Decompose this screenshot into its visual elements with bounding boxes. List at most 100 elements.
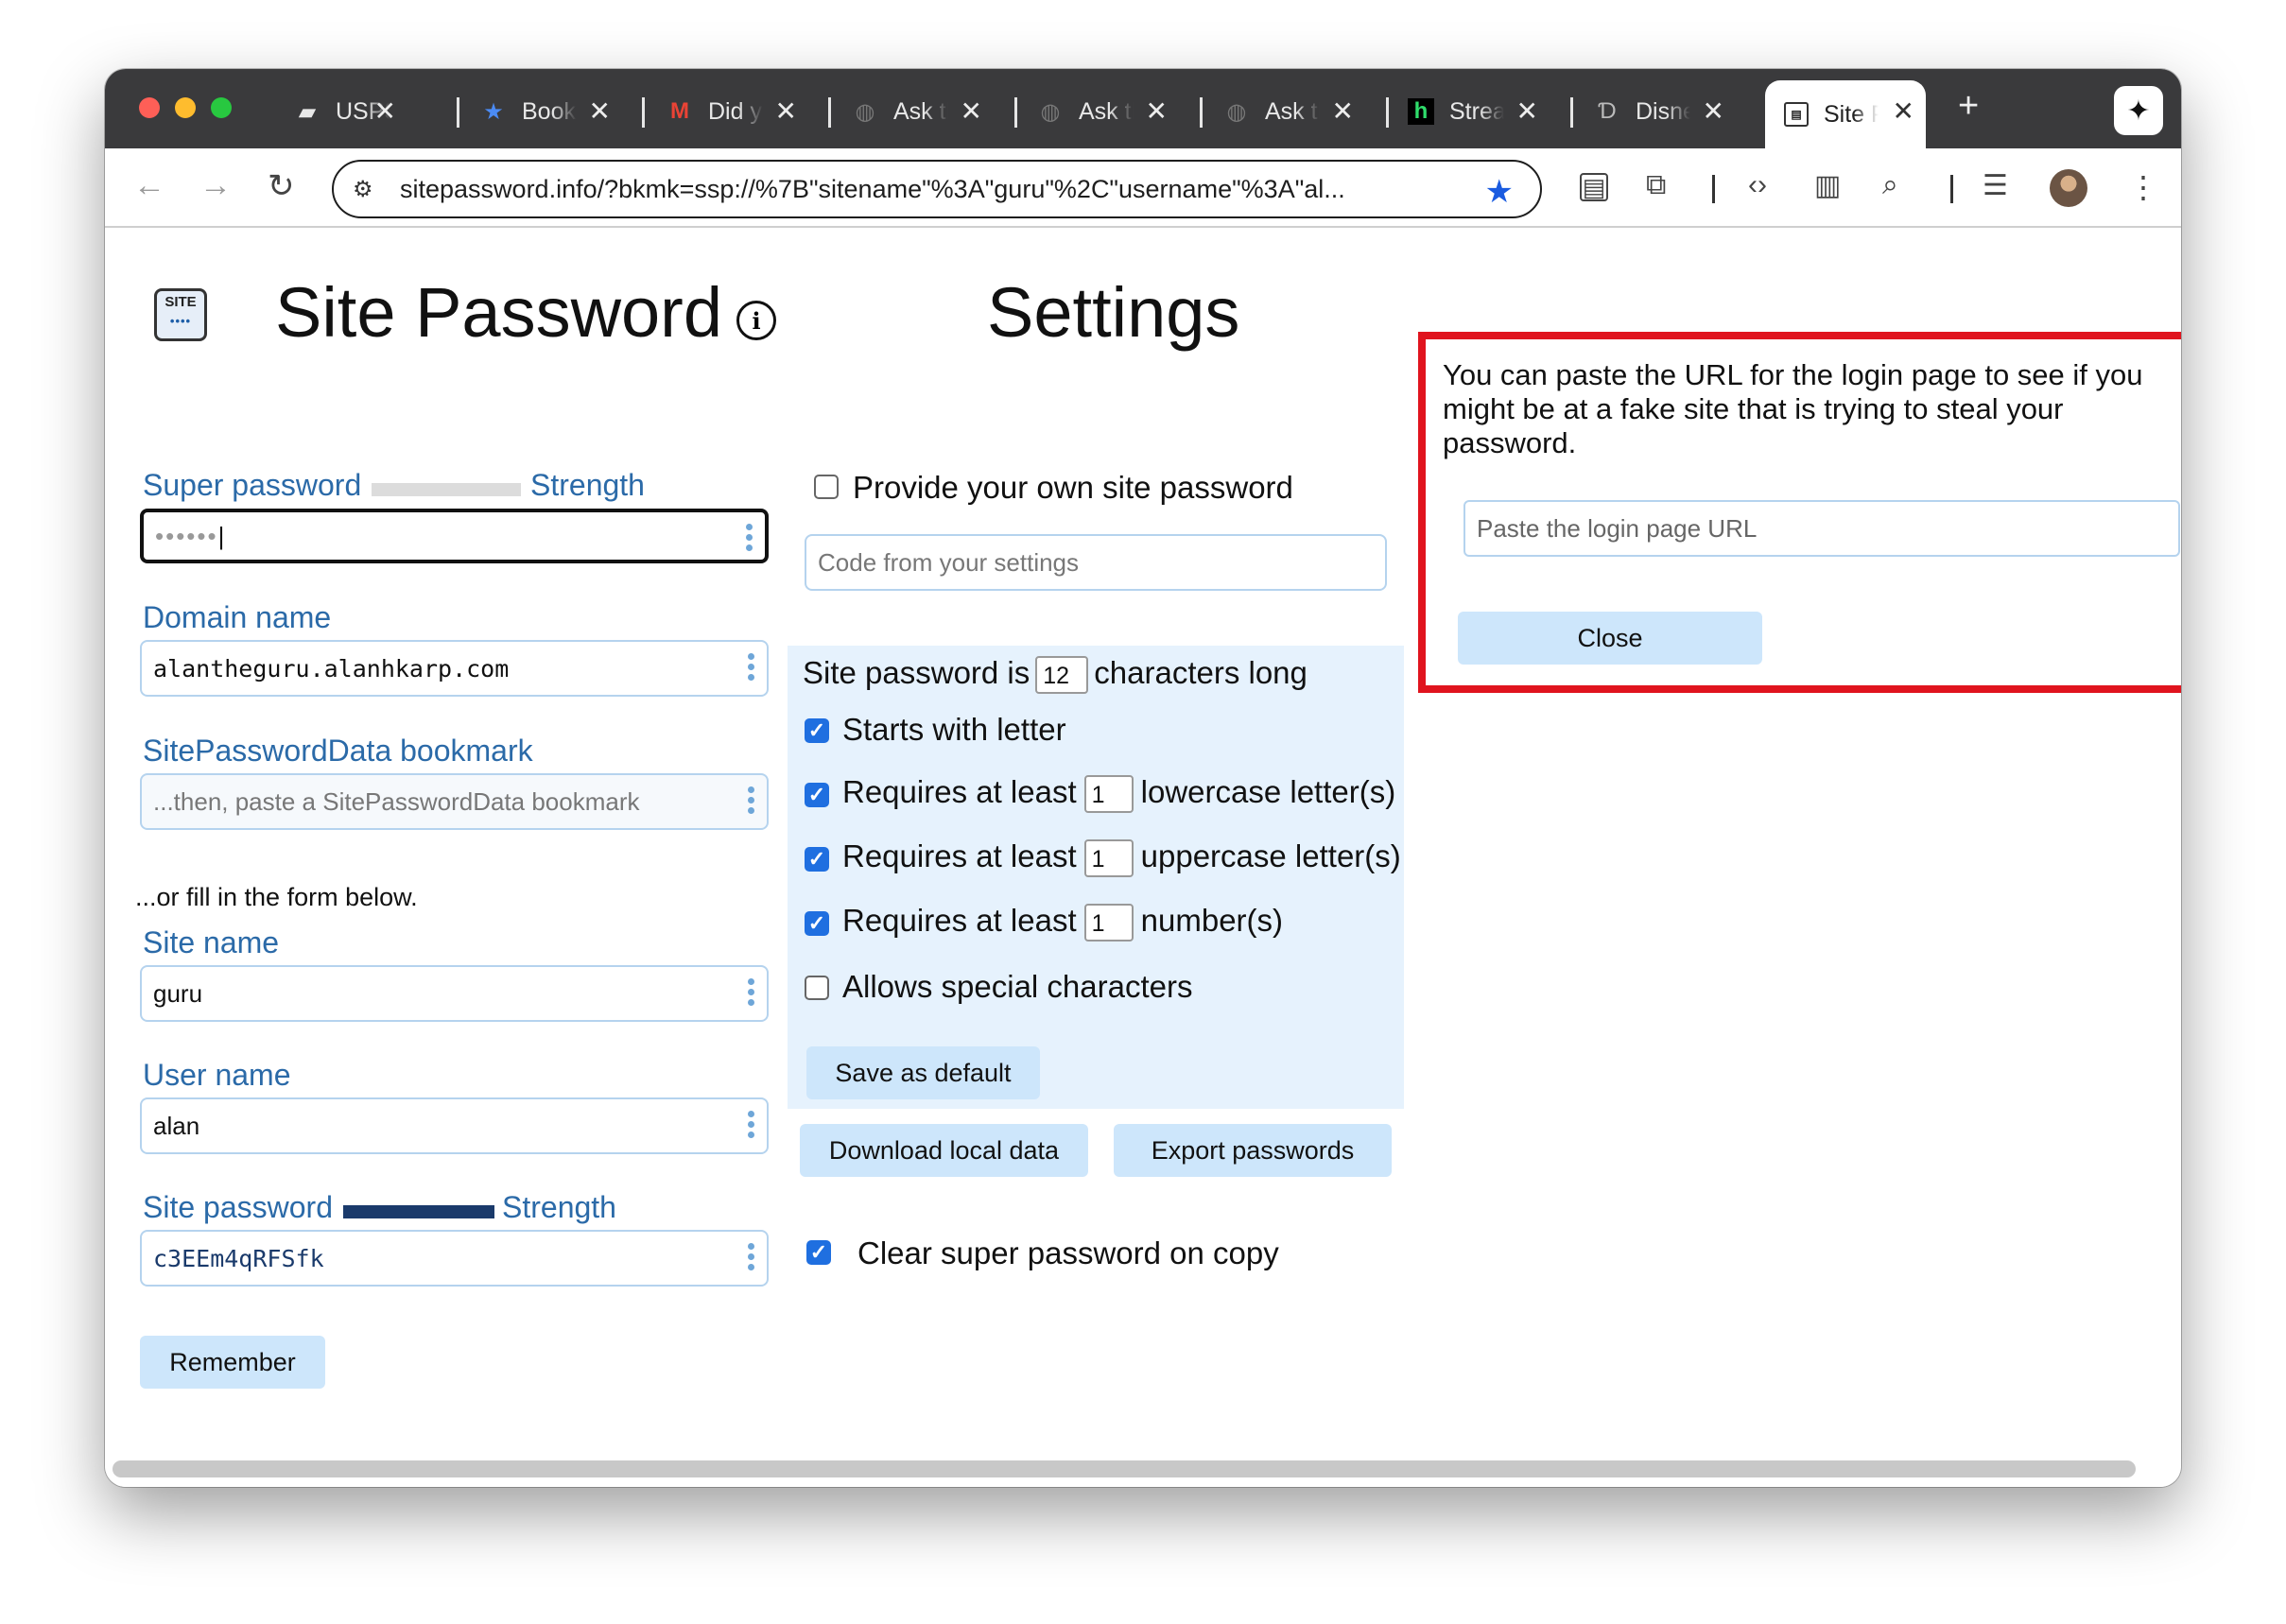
globe-icon: ◍ [1040,98,1061,125]
close-tab-icon[interactable]: ✕ [374,97,396,126]
popup-message: You can paste the URL for the login page… [1443,358,2143,459]
uppercase-checkbox[interactable]: ✓ [805,847,829,872]
clear-on-copy-checkbox[interactable]: ✓ [806,1240,831,1265]
forward-arrow-icon[interactable]: → [199,167,232,204]
tab-stream[interactable]: h Stream ✕ [1408,80,1550,143]
close-tab-icon[interactable]: ✕ [961,97,982,126]
password-length-row: Site password is 12 characters long [803,655,1308,695]
tab-ask-2[interactable]: ◍ Ask the ✕ [1037,80,1179,143]
export-passwords-button[interactable]: Export passwords [1114,1124,1392,1177]
field-menu-icon[interactable] [746,524,753,551]
screen-search-icon[interactable]: ⌕ [1882,169,1898,201]
star-icon: ★ [483,98,504,125]
field-menu-icon[interactable] [748,978,755,1006]
site-password-extension-icon[interactable]: ▤ [1580,173,1608,201]
close-window-button[interactable] [139,97,160,118]
field-menu-icon[interactable] [748,653,755,681]
save-as-default-button[interactable]: Save as default [806,1046,1040,1099]
more-menu-icon[interactable]: ⋮ [2128,169,2158,205]
field-menu-icon[interactable] [748,1243,755,1270]
starts-with-letter-checkbox[interactable]: ✓ [805,718,829,743]
site-password-output[interactable]: c3EEm4qRFSfk [140,1230,769,1287]
bookmark-input[interactable]: ...then, paste a SitePasswordData bookma… [140,773,769,830]
provide-own-password-checkbox[interactable] [814,475,839,499]
zoom-window-button[interactable] [211,97,232,118]
page-title: Site Password [275,273,722,352]
field-menu-icon[interactable] [748,1111,755,1138]
close-tab-icon[interactable]: ✕ [775,97,797,126]
address-bar[interactable]: ⚙ sitepassword.info/?bkmk=ssp://%7B"site… [332,160,1542,218]
settings-title: Settings [987,273,1240,352]
super-password-strength-label: Strength [530,468,645,502]
layout-icon[interactable]: ▥ [1814,169,1841,202]
uppercase-label: uppercase letter(s) [1140,838,1401,873]
length-suffix: characters long [1094,655,1308,690]
length-prefix: Site password is [803,655,1030,690]
globe-icon: ◍ [855,98,875,125]
numbers-min-input[interactable]: 1 [1083,904,1134,942]
lowercase-min-input[interactable]: 1 [1083,775,1134,814]
new-tab-button[interactable]: + [1958,86,1979,127]
url-text[interactable]: sitepassword.info/?bkmk=ssp://%7B"sitena… [400,175,1449,204]
tab-divider [1386,97,1389,128]
login-url-placeholder: Paste the login page URL [1477,513,1758,543]
download-local-data-button[interactable]: Download local data [800,1124,1088,1177]
tab-ask-1[interactable]: ◍ Ask the ✕ [852,80,994,143]
super-password-input[interactable]: •••••• | [140,509,769,563]
tab-title: Site Password [1824,100,1879,128]
tab-site-password[interactable]: ▤ Site Password ✕ [1765,80,1926,148]
code-icon[interactable]: ‹› [1748,169,1767,201]
page-content: SITE •••• Site Password i Settings Super… [105,230,2181,1487]
or-fill-text: ...or fill in the form below. [135,883,418,911]
back-arrow-icon[interactable]: ← [133,167,165,204]
close-tab-icon[interactable]: ✕ [1332,97,1354,126]
user-name-input[interactable]: alan [140,1097,769,1154]
super-password-strength-bar [372,483,521,496]
globe-icon: ◍ [1226,98,1247,125]
login-url-input[interactable]: Paste the login page URL [1463,500,2180,557]
bookmark-star-icon[interactable]: ★ [1485,173,1514,211]
special-characters-label: Allows special characters [842,969,1193,1004]
domain-name-label: Domain name [143,600,332,634]
profile-avatar[interactable] [2050,169,2087,207]
close-tab-icon[interactable]: ✕ [1893,97,1914,126]
close-tab-icon[interactable]: ✕ [1146,97,1168,126]
settings-code-placeholder: Code from your settings [818,547,1080,577]
site-settings-icon[interactable]: ⚙ [353,176,387,203]
tab-title: Stream [1449,97,1504,125]
close-tab-icon[interactable]: ✕ [1703,97,1724,126]
tab-gmail[interactable]: M Did you ✕ [667,80,808,143]
tab-title: Bookmarks [522,97,577,125]
settings-code-input[interactable]: Code from your settings [805,534,1387,591]
h-logo-icon: h [1408,98,1434,125]
site-password-label: Site password [143,1190,333,1224]
media-queue-icon[interactable]: ☰ [1983,169,2008,202]
lowercase-label: lowercase letter(s) [1140,774,1396,809]
site-name-input[interactable]: guru [140,965,769,1022]
tab-ask-3[interactable]: ◍ Ask the ✕ [1223,80,1365,143]
close-tab-icon[interactable]: ✕ [1516,97,1538,126]
uppercase-min-input[interactable]: 1 [1083,839,1134,878]
tab-divider [1570,97,1573,128]
reload-icon[interactable]: ↻ [268,167,295,205]
popup-close-button[interactable]: Close [1458,612,1762,665]
special-characters-checkbox[interactable] [805,976,829,1000]
gemini-sparkle-icon[interactable]: ✦ [2114,86,2163,135]
bookmark-label: SitePasswordData bookmark [143,734,533,768]
password-length-input[interactable]: 12 [1035,656,1089,695]
field-menu-icon[interactable] [748,786,755,814]
usps-eagle-icon: ▰ [298,98,317,125]
tab-bookmarks[interactable]: ★ Bookmarks ✕ [480,80,622,143]
horizontal-scrollbar[interactable] [113,1460,2136,1477]
minimize-window-button[interactable] [175,97,196,118]
close-tab-icon[interactable]: ✕ [589,97,611,126]
toolbar-divider [1712,175,1715,203]
numbers-checkbox[interactable]: ✓ [805,911,829,936]
lowercase-checkbox[interactable]: ✓ [805,783,829,807]
remember-button[interactable]: Remember [140,1336,325,1389]
extensions-puzzle-icon[interactable]: ⧉ [1646,169,1666,201]
domain-name-input[interactable]: alantheguru.alanhkarp.com [140,640,769,697]
tab-disney[interactable]: Ɗ Disney ✕ [1594,80,1736,143]
tab-usps[interactable]: ▰ USPS ✕ [294,80,407,143]
info-icon[interactable]: i [736,301,776,340]
